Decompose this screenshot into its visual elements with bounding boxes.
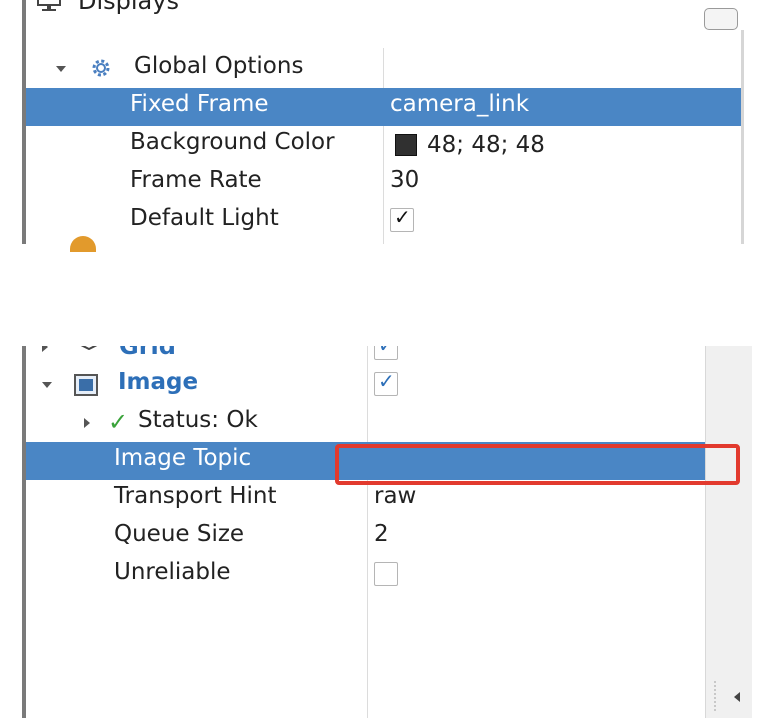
property-value[interactable]: camera_link bbox=[390, 91, 529, 117]
property-name: Fixed Frame bbox=[130, 91, 269, 117]
property-row-background-color[interactable]: Background Color 48; 48; 48 bbox=[26, 126, 741, 164]
image-display-label: Image bbox=[118, 369, 199, 395]
unreliable-checkbox[interactable] bbox=[374, 562, 398, 586]
image-topic-highlight bbox=[335, 444, 740, 485]
property-row-queue-size[interactable]: Queue Size 2 bbox=[26, 518, 705, 556]
property-value[interactable]: 30 bbox=[390, 167, 419, 193]
check-icon: ✓ bbox=[378, 369, 395, 393]
property-value[interactable] bbox=[374, 562, 398, 586]
expand-arrow-icon[interactable] bbox=[84, 418, 90, 428]
property-value[interactable]: raw bbox=[374, 483, 416, 509]
grid-icon bbox=[80, 346, 98, 350]
image-display-enabled[interactable]: ✓ bbox=[374, 369, 398, 396]
status-row[interactable]: ✓ Status: Ok bbox=[26, 404, 705, 442]
image-icon bbox=[74, 374, 98, 396]
gear-icon bbox=[92, 59, 110, 77]
vertical-scrollbar[interactable] bbox=[705, 346, 752, 718]
grid-display-label[interactable]: Grid bbox=[119, 346, 176, 360]
expand-arrow-icon[interactable] bbox=[42, 346, 48, 352]
property-name: Transport Hint bbox=[114, 483, 277, 509]
expand-arrow-icon[interactable] bbox=[56, 66, 66, 72]
color-value-text: 48; 48; 48 bbox=[427, 132, 545, 158]
displays-panel: Displays Global Options Fixed Frame came… bbox=[22, 0, 744, 244]
panel-frame-right bbox=[741, 30, 744, 244]
scroll-left-arrow-icon[interactable] bbox=[734, 692, 740, 702]
property-name: Default Light bbox=[130, 205, 279, 231]
collapse-arrow-icon[interactable] bbox=[42, 382, 52, 388]
status-ok-icon: ✓ bbox=[108, 408, 129, 436]
resize-grip-icon[interactable] bbox=[714, 681, 716, 711]
property-name: Frame Rate bbox=[130, 167, 262, 193]
property-name: Unreliable bbox=[114, 559, 231, 585]
grid-checkbox[interactable]: ✓ bbox=[374, 346, 398, 360]
property-row-unreliable[interactable]: Unreliable bbox=[26, 556, 705, 594]
image-checkbox[interactable]: ✓ bbox=[374, 369, 398, 396]
status-label: Status: Ok bbox=[138, 407, 258, 433]
image-display-row[interactable]: Image ✓ bbox=[26, 366, 705, 404]
global-options-row[interactable]: Global Options bbox=[26, 50, 741, 88]
property-name: Background Color bbox=[130, 129, 335, 155]
default-light-checkbox[interactable]: ✓ bbox=[390, 205, 414, 232]
property-value[interactable]: 2 bbox=[374, 521, 389, 547]
undock-button[interactable] bbox=[704, 8, 738, 30]
displays-panel-title: Displays bbox=[36, 0, 179, 16]
check-icon: ✓ bbox=[378, 346, 395, 357]
property-value[interactable]: 48; 48; 48 bbox=[395, 132, 545, 158]
property-value[interactable]: ✓ bbox=[390, 205, 414, 232]
global-options-label: Global Options bbox=[134, 53, 304, 79]
check-icon: ✓ bbox=[394, 205, 411, 229]
displays-title-text: Displays bbox=[78, 0, 179, 15]
property-row-fixed-frame[interactable]: Fixed Frame camera_link bbox=[26, 88, 741, 126]
image-display-panel: Grid ✓ Image ✓ ✓ Status: Ok Image Topic … bbox=[22, 346, 752, 718]
color-swatch[interactable] bbox=[395, 134, 417, 156]
property-name: Queue Size bbox=[114, 521, 245, 547]
property-row-default-light[interactable]: Default Light ✓ bbox=[26, 202, 741, 240]
property-name: Image Topic bbox=[114, 445, 252, 471]
monitor-icon bbox=[37, 0, 61, 11]
property-row-transport-hint[interactable]: Transport Hint raw bbox=[26, 480, 705, 518]
property-row-frame-rate[interactable]: Frame Rate 30 bbox=[26, 164, 741, 202]
